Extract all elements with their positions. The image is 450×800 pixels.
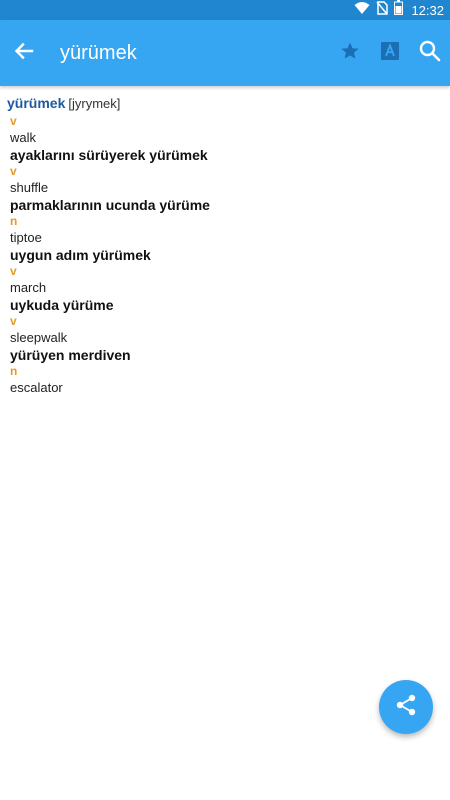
back-button[interactable] (8, 37, 40, 69)
translation[interactable]: tiptoe (10, 228, 450, 247)
battery-icon (394, 0, 404, 20)
pronunciation: [jyrymek] (68, 96, 121, 111)
favorite-button[interactable] (335, 38, 365, 68)
dictionary-screen: 12:32 yürümek yürümek [jyrymek] v walk a… (0, 0, 450, 800)
entry-3: uygun adım yürümek v march (0, 247, 450, 297)
entry-4: uykuda yürüme v sleepwalk (0, 297, 450, 347)
translate-icon (381, 41, 399, 65)
part-of-speech: v (10, 114, 17, 128)
part-of-speech: n (10, 214, 18, 228)
dictionary-content: yürümek [jyrymek] v walk ayaklarını sürüy… (0, 92, 450, 397)
arrow-back-icon (14, 41, 34, 66)
translation[interactable]: march (10, 278, 450, 297)
status-bar: 12:32 (0, 0, 450, 20)
translate-button[interactable] (375, 38, 405, 68)
share-button[interactable] (379, 680, 433, 734)
phrase[interactable]: uykuda yürüme (10, 297, 450, 314)
headword: yürümek (7, 95, 66, 111)
no-sim-icon (376, 0, 389, 20)
status-time: 12:32 (411, 2, 444, 18)
translation[interactable]: shuffle (10, 178, 450, 197)
share-icon (394, 693, 418, 722)
phrase[interactable]: yürüyen merdiven (10, 347, 450, 364)
translation[interactable]: sleepwalk (10, 328, 450, 347)
page-title: yürümek (60, 42, 137, 64)
part-of-speech: v (10, 314, 17, 328)
wifi-icon (354, 1, 370, 20)
phrase[interactable]: uygun adım yürümek (10, 247, 450, 264)
part-of-speech: v (10, 164, 17, 178)
entry-5: yürüyen merdiven n escalator (0, 347, 450, 397)
part-of-speech: n (10, 364, 18, 378)
search-icon (419, 40, 441, 67)
headword-line: yürümek [jyrymek] (0, 92, 450, 114)
phrase[interactable]: ayaklarını sürüyerek yürümek (10, 147, 450, 164)
translation[interactable]: escalator (10, 378, 450, 397)
phrase[interactable]: parmaklarının ucunda yürüme (10, 197, 450, 214)
star-icon (340, 41, 360, 66)
status-icons: 12:32 (354, 0, 444, 20)
entry-1: ayaklarını sürüyerek yürümek v shuffle (0, 147, 450, 197)
part-of-speech: v (10, 264, 17, 278)
entry-2: parmaklarının ucunda yürüme n tiptoe (0, 197, 450, 247)
app-bar: yürümek (0, 20, 450, 86)
search-button[interactable] (415, 38, 445, 68)
entry-0: v walk (0, 114, 450, 147)
translation[interactable]: walk (10, 128, 450, 147)
